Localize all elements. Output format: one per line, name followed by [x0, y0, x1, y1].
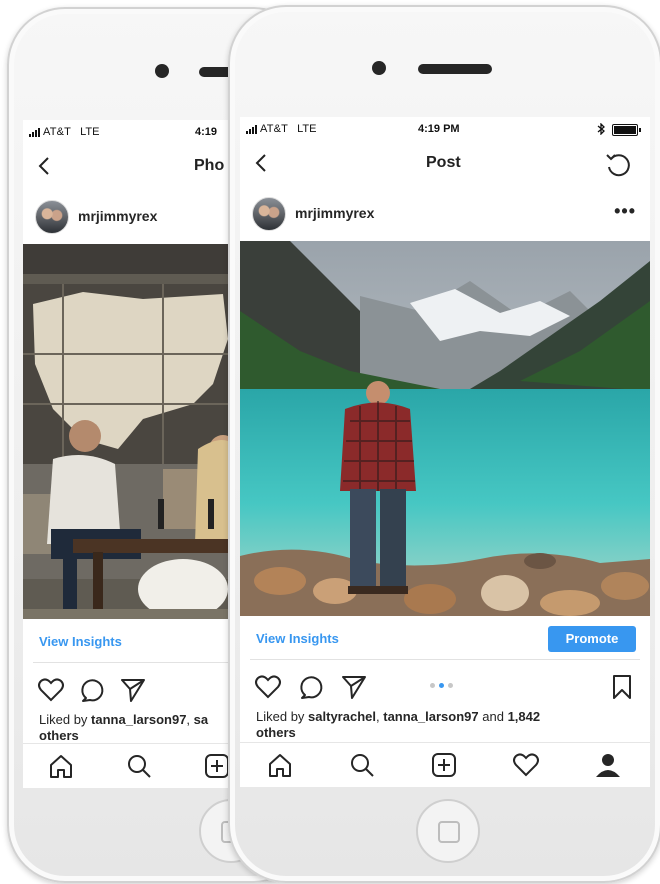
network-label: LTE: [80, 126, 100, 138]
bluetooth-icon: [597, 123, 605, 135]
status-bar: AT&T LTE 4:19 PM: [240, 117, 650, 141]
avatar[interactable]: [35, 200, 69, 234]
comment-icon[interactable]: [298, 673, 326, 701]
likes-prefix: Liked by: [39, 712, 88, 727]
username[interactable]: mrjimmyrex: [78, 208, 157, 224]
post-actions: [23, 668, 233, 708]
signal-icon: [29, 127, 40, 137]
front-camera: [372, 61, 386, 75]
likes-separator: ,: [375, 709, 380, 724]
likes-suffix[interactable]: others: [256, 725, 296, 740]
carousel-indicator: [430, 683, 453, 688]
screen-front: AT&T LTE 4:19 PM Post mrjimmyrex ••• Vie…: [240, 117, 650, 787]
front-camera: [155, 64, 169, 78]
signal-icon: [246, 124, 257, 134]
status-time: 4:19 PM: [418, 123, 460, 135]
heart-icon[interactable]: [37, 676, 65, 704]
chevron-left-icon[interactable]: [250, 151, 274, 175]
home-button[interactable]: [416, 799, 480, 863]
home-icon[interactable]: [47, 752, 75, 780]
heart-icon[interactable]: [254, 673, 282, 701]
search-icon[interactable]: [125, 752, 153, 780]
likes-conjunction: and: [482, 709, 504, 724]
promote-button[interactable]: Promote: [548, 626, 636, 652]
earpiece-speaker: [418, 64, 492, 74]
status-time: 4:19: [195, 126, 218, 138]
network-label: LTE: [297, 123, 317, 135]
page-title: Pho: [194, 157, 225, 174]
likes-suffix[interactable]: others: [39, 728, 79, 743]
post-header: mrjimmyrex •••: [240, 187, 650, 237]
carrier-label: AT&T: [43, 126, 72, 138]
liker-username[interactable]: saltyrachel: [308, 709, 376, 724]
username[interactable]: mrjimmyrex: [295, 205, 374, 221]
page-title: Post: [426, 154, 461, 171]
paper-plane-icon[interactable]: [340, 673, 368, 701]
search-icon[interactable]: [348, 751, 376, 779]
phone-front: AT&T LTE 4:19 PM Post mrjimmyrex ••• Vie…: [228, 5, 660, 883]
avatar[interactable]: [252, 197, 286, 231]
likes-text: Liked by tanna_larson97, sa others: [39, 712, 209, 743]
home-icon[interactable]: [266, 751, 294, 779]
carousel-dot-active: [439, 683, 444, 688]
carousel-dot: [430, 683, 435, 688]
battery-icon: [612, 124, 641, 136]
likes-count[interactable]: 1,842: [508, 709, 541, 724]
carousel-dot: [448, 683, 453, 688]
post-header: mrjimmyrex: [23, 190, 233, 240]
nav-bar: Post: [240, 143, 650, 183]
post-actions: [240, 665, 650, 705]
comment-icon[interactable]: [79, 676, 107, 704]
paper-plane-icon[interactable]: [119, 676, 147, 704]
activity-heart-icon[interactable]: [512, 751, 540, 779]
post-photo[interactable]: [240, 241, 650, 616]
tab-bar: [23, 743, 233, 788]
refresh-icon[interactable]: [604, 150, 632, 178]
add-post-icon[interactable]: [203, 752, 231, 780]
bookmark-icon[interactable]: [608, 673, 636, 701]
liker-username[interactable]: tanna_larson97: [91, 712, 186, 727]
view-insights-link[interactable]: View Insights: [39, 634, 122, 649]
likes-text: Liked by saltyrachel, tanna_larson97 and…: [256, 709, 636, 741]
likes-prefix: Liked by: [256, 709, 305, 724]
insights-row: View Insights: [33, 622, 233, 663]
profile-icon[interactable]: [594, 751, 622, 779]
screen-back: AT&T LTE 4:19 Pho mrjimmyrex View Insigh…: [23, 120, 233, 788]
liker-username[interactable]: tanna_larson97: [383, 709, 478, 724]
view-insights-link[interactable]: View Insights: [256, 631, 339, 646]
add-post-icon[interactable]: [430, 751, 458, 779]
nav-bar: Pho: [23, 146, 233, 186]
chevron-left-icon[interactable]: [33, 154, 57, 178]
carrier-label: AT&T: [260, 123, 289, 135]
post-photo[interactable]: [23, 244, 233, 619]
tab-bar: [240, 742, 650, 787]
insights-row: View Insights Promote: [250, 619, 640, 660]
status-bar: AT&T LTE 4:19: [23, 120, 233, 144]
liker-username[interactable]: sa: [194, 712, 208, 727]
more-options-icon[interactable]: •••: [614, 201, 636, 222]
